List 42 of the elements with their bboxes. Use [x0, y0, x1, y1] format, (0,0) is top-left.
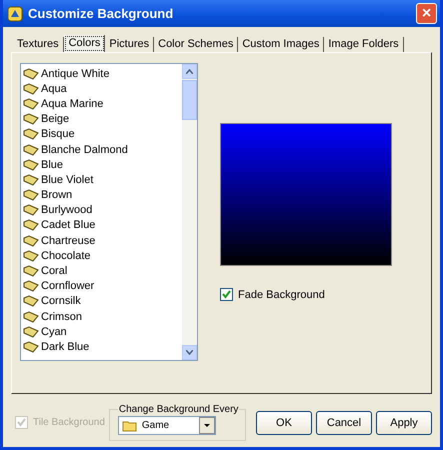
dialog-button[interactable]: Apply: [376, 410, 432, 434]
list-item[interactable]: Chocolate: [23, 248, 182, 264]
interval-dropdown[interactable]: Game: [118, 416, 216, 435]
list-item[interactable]: Cyan: [23, 324, 182, 340]
list-item[interactable]: Chartreuse: [23, 233, 182, 248]
list-item[interactable]: Aqua: [23, 81, 182, 96]
list-item[interactable]: Blanche Dalmond: [23, 142, 182, 158]
list-item[interactable]: Aqua Marine: [23, 96, 182, 112]
close-button[interactable]: ×: [416, 3, 437, 24]
scroll-up-icon[interactable]: [186, 69, 193, 74]
tab[interactable]: Color Schemes: [154, 37, 238, 52]
list-item[interactable]: Blue Violet: [23, 172, 182, 188]
tab[interactable]: Custom Images: [238, 37, 324, 52]
scrollbar[interactable]: [182, 64, 197, 360]
app-icon: [7, 6, 23, 22]
scroll-thumb[interactable]: [182, 80, 197, 120]
list-item[interactable]: Brown: [23, 188, 182, 203]
list-item[interactable]: Beige: [23, 112, 182, 127]
list-item[interactable]: Blue: [23, 157, 182, 172]
tab[interactable]: Image Folders: [324, 37, 404, 52]
list-item[interactable]: Bisque: [23, 126, 182, 142]
window-title: Customize Background: [28, 6, 174, 21]
list-item[interactable]: Coral: [23, 263, 182, 279]
dialog-button[interactable]: OK: [256, 410, 312, 434]
caret-icon[interactable]: [198, 417, 215, 434]
list-item[interactable]: Antique White: [23, 66, 182, 82]
list-item[interactable]: Burlywood: [23, 202, 182, 218]
tab[interactable]: Colors: [64, 35, 106, 52]
tab[interactable]: Pictures: [105, 37, 154, 52]
list-item[interactable]: Cadet Blue: [23, 218, 182, 234]
scroll-down-icon[interactable]: [186, 350, 193, 355]
color-list[interactable]: Antique White Aqua Aqua Marine Beige Bisque Blanche Dalmond Blue Blue Violet Brown Burlywood Cadet Blue Chartreuse Chocolate Coral Cornflower Cornsilk Crimson Cyan Dark Blue: [20, 63, 198, 361]
check-icon: [222, 290, 231, 299]
list-item[interactable]: Crimson: [23, 309, 182, 324]
check-icon: [17, 418, 26, 427]
fade-background-checkbox[interactable]: Fade Background: [220, 288, 392, 301]
folder-icon: [122, 420, 138, 432]
group-label: Change Background Every: [118, 404, 240, 415]
list-item[interactable]: Dark Blue: [23, 339, 182, 355]
list-item[interactable]: Cornsilk: [23, 294, 182, 309]
list-item[interactable]: Cornflower: [23, 278, 182, 294]
dialog-button[interactable]: Cancel: [316, 410, 372, 434]
